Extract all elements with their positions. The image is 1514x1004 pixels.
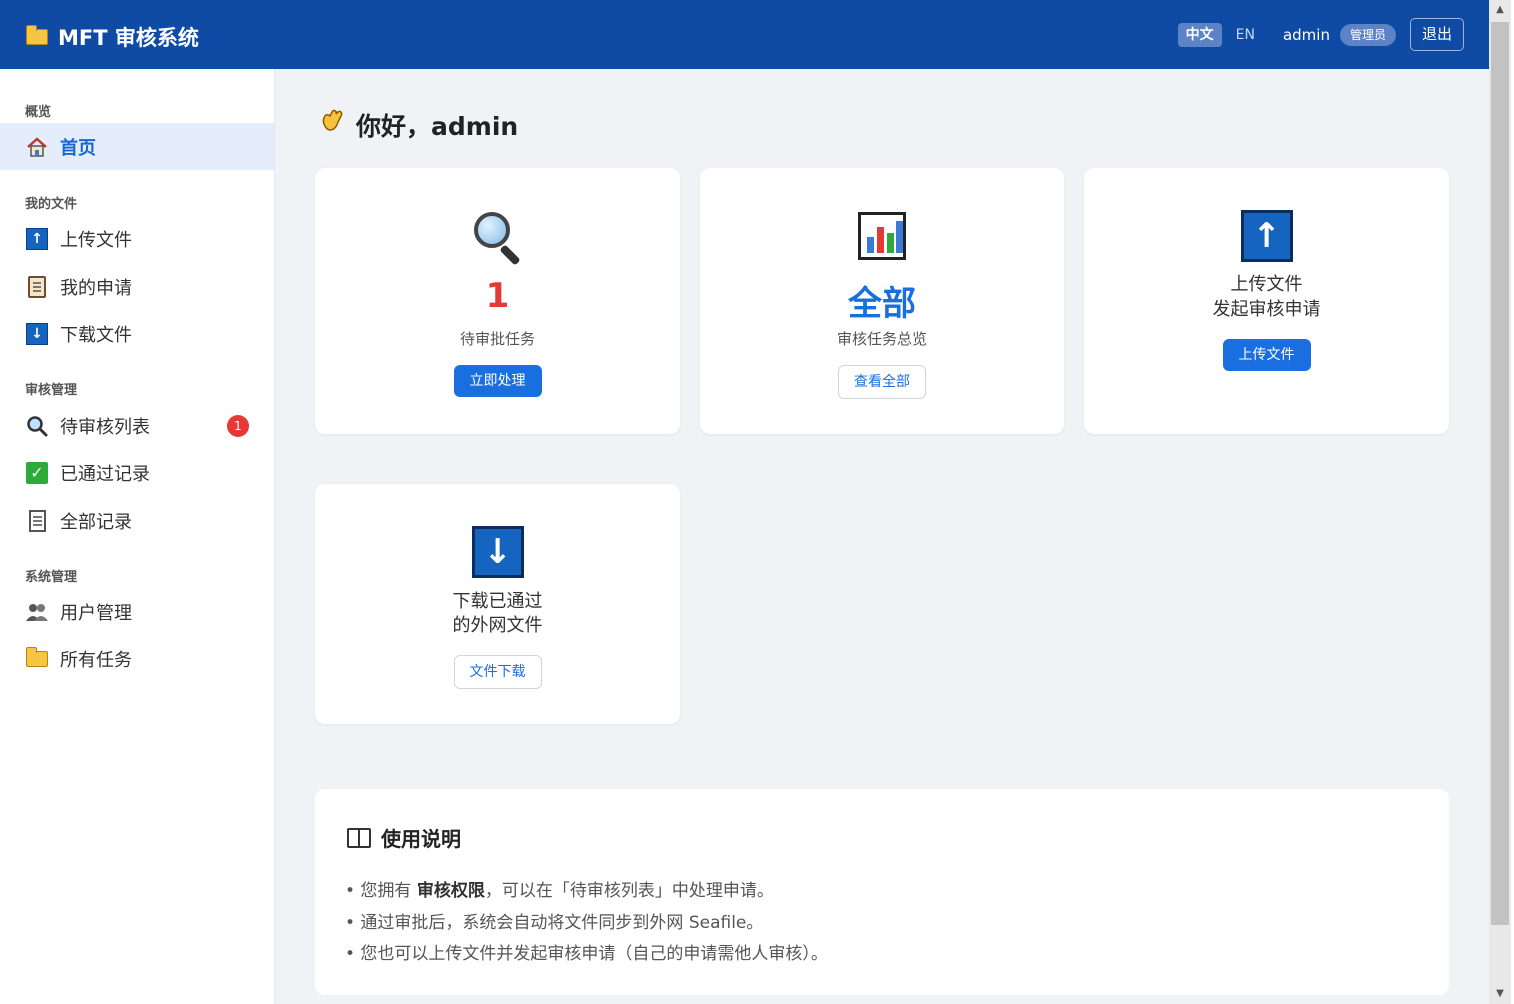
users-icon [25, 600, 49, 624]
upload-arrow-icon: ↑ [1240, 210, 1293, 262]
download-line1: 下载已通过 [452, 591, 543, 612]
book-icon [347, 827, 371, 848]
pending-tasks-card: 1 待审批任务 立即处理 [315, 168, 680, 434]
upload-arrow-icon: ↑ [25, 227, 49, 251]
sidebar-item-home[interactable]: 首页 [0, 123, 274, 170]
clipboard-icon [25, 275, 49, 299]
list-item: • 您也可以上传文件并发起审核申请（自己的申请需他人审核）。 [345, 944, 828, 964]
file-download-button[interactable]: 文件下载 [453, 655, 542, 689]
page-title: 你好，admin [318, 106, 518, 143]
list-item: • 您拥有 审核权限，可以在「待审核列表」中处理申请。 [345, 881, 774, 901]
overview-card: 全部 审核任务总览 查看全部 [700, 168, 1064, 434]
sidebar-item-all-records[interactable]: 全部记录 [0, 497, 274, 544]
lang-zh-button[interactable]: 中文 [1177, 22, 1222, 47]
scroll-down-icon[interactable]: ▼ [1489, 984, 1511, 1004]
process-now-button[interactable]: 立即处理 [453, 365, 542, 397]
sidebar-item-users[interactable]: 用户管理 [0, 588, 274, 635]
sidebar-item-label: 用户管理 [60, 602, 132, 624]
document-icon [25, 509, 49, 533]
app-title: MFT 审核系统 [58, 26, 199, 50]
house-icon [25, 135, 49, 159]
upload-line1: 上传文件 [1230, 274, 1303, 295]
pending-count: 1 [485, 276, 510, 316]
sidebar-section-my-files: 我的文件 [25, 197, 78, 212]
sidebar-section-system: 系统管理 [25, 570, 78, 585]
logout-button[interactable]: 退出 [1409, 18, 1464, 51]
list-item: • 通过审批后，系统会自动将文件同步到外网 Seafile。 [345, 912, 764, 933]
sidebar-item-all-tasks[interactable]: 所有任务 [0, 635, 274, 682]
header-actions: 中文 EN admin 管理员 退出 [1177, 18, 1464, 51]
sidebar-item-label: 全部记录 [60, 511, 132, 533]
scrollbar-thumb[interactable] [1491, 22, 1509, 925]
greeting-text: 你好，admin [356, 111, 519, 141]
download-line2: 的外网文件 [452, 615, 543, 636]
sidebar-item-upload[interactable]: ↑ 上传文件 [0, 215, 274, 262]
lang-en-button[interactable]: EN [1228, 23, 1263, 47]
waving-hand-icon [318, 106, 348, 143]
app-brand[interactable]: MFT 审核系统 [26, 22, 199, 52]
bar-chart-icon [858, 212, 906, 260]
sidebar-item-label: 我的申请 [60, 277, 132, 299]
page-scrollbar[interactable]: ▲ ▼ [1489, 0, 1511, 1004]
sidebar-item-label: 已通过记录 [60, 463, 150, 485]
download-arrow-icon: ↓ [25, 322, 49, 346]
sidebar-section-overview: 概览 [25, 105, 52, 120]
sidebar-item-label: 待审核列表 [60, 416, 150, 438]
upload-card: ↑ 上传文件 发起审核申请 上传文件 [1084, 168, 1449, 434]
sidebar-section-review: 审核管理 [25, 383, 78, 398]
username: admin [1282, 25, 1330, 44]
download-arrow-icon: ↓ [471, 526, 524, 578]
search-icon [25, 414, 49, 438]
pending-count-badge: 1 [227, 415, 249, 437]
sidebar-item-pending[interactable]: 待审核列表 1 [0, 402, 274, 449]
sidebar-item-download[interactable]: ↓ 下载文件 [0, 310, 274, 357]
folder-icon [26, 25, 48, 45]
role-badge: 管理员 [1339, 23, 1396, 46]
sidebar: 概览 首页 我的文件 ↑ 上传文件 我的申请 ↓ 下载文件 审核管理 待审核列表… [0, 69, 275, 1004]
sidebar-item-approved[interactable]: ✓ 已通过记录 [0, 449, 274, 496]
sidebar-item-label: 下载文件 [60, 324, 132, 346]
usage-list: • 您拥有 审核权限，可以在「待审核列表」中处理申请。 • 通过审批后，系统会自… [345, 876, 828, 971]
sidebar-item-label: 首页 [60, 137, 96, 159]
sidebar-item-label: 所有任务 [60, 649, 132, 671]
upload-line2: 发起审核申请 [1212, 299, 1321, 320]
usage-title: 使用说明 [347, 823, 461, 852]
permission-highlight: 审核权限 [416, 881, 485, 901]
usage-title-text: 使用说明 [381, 827, 461, 851]
scroll-up-icon[interactable]: ▲ [1489, 0, 1511, 20]
upload-file-button[interactable]: 上传文件 [1222, 339, 1311, 371]
overview-value: 全部 [848, 284, 916, 324]
top-header: MFT 审核系统 中文 EN admin 管理员 退出 [0, 0, 1489, 69]
sidebar-item-my-requests[interactable]: 我的申请 [0, 263, 274, 310]
search-icon [472, 210, 524, 266]
check-icon: ✓ [25, 461, 49, 485]
folder-icon [25, 646, 49, 671]
view-all-button[interactable]: 查看全部 [838, 365, 926, 399]
overview-label: 审核任务总览 [836, 330, 927, 348]
download-card: ↓ 下载已通过 的外网文件 文件下载 [315, 484, 680, 724]
sidebar-item-label: 上传文件 [60, 229, 132, 251]
usage-instructions-panel: 使用说明 • 您拥有 审核权限，可以在「待审核列表」中处理申请。 • 通过审批后… [315, 789, 1449, 995]
pending-label: 待审批任务 [459, 330, 535, 348]
